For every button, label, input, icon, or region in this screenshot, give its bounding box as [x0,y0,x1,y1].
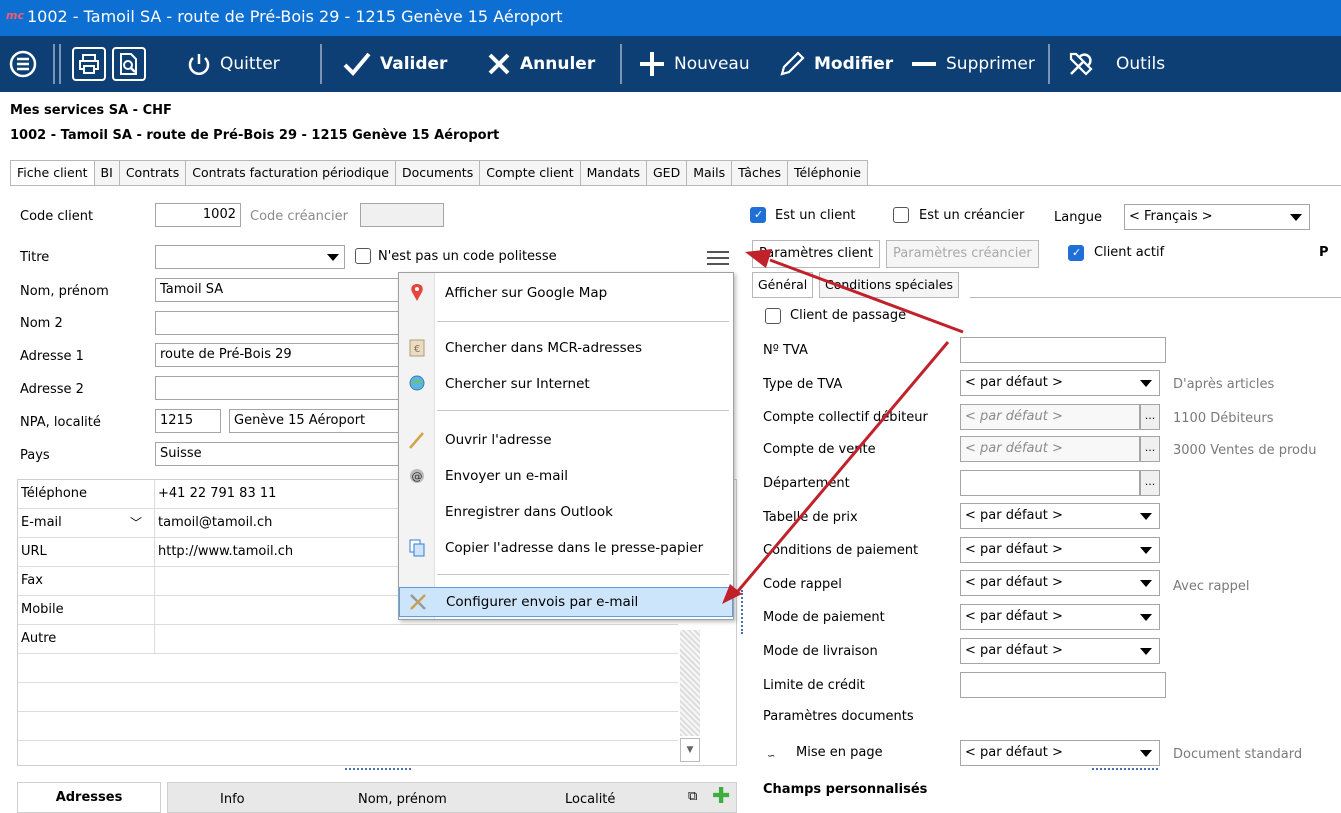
annotation-arrows [722,249,964,604]
annotation-arrow-to-menu-item [731,341,950,598]
arrowhead [745,249,772,268]
annotation-arrow-to-menu-button [769,258,964,334]
arrowhead [722,584,742,604]
